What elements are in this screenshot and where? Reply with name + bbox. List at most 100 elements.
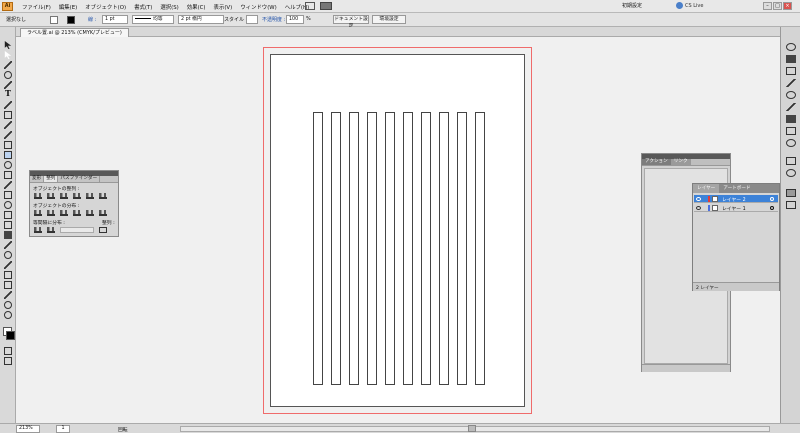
symbol-sprayer-icon[interactable]: [4, 261, 12, 269]
target-icon[interactable]: [770, 197, 774, 201]
layer-name[interactable]: レイヤー 2: [722, 196, 746, 203]
width-tool-icon[interactable]: [4, 181, 12, 189]
brush-definition[interactable]: 2 pt 楕円: [178, 15, 224, 24]
scale-tool-icon[interactable]: [4, 171, 12, 179]
graph-tool-icon[interactable]: [4, 271, 12, 279]
distribute-top-icon[interactable]: [34, 210, 42, 216]
align-to-selection-icon[interactable]: [99, 227, 107, 233]
stroke-weight-field[interactable]: 1 pt: [102, 15, 128, 24]
menu-file[interactable]: ファイル(F): [22, 3, 51, 11]
menu-object[interactable]: オブジェクト(O): [85, 3, 126, 11]
cs-live-button[interactable]: CS Live: [676, 2, 716, 11]
swatches-icon[interactable]: [786, 67, 796, 75]
color-panel-icon[interactable]: [786, 43, 796, 51]
artboard-page[interactable]: [270, 54, 525, 407]
eye-icon[interactable]: [696, 206, 701, 210]
label-strip[interactable]: [457, 112, 467, 385]
paintbrush-icon[interactable]: [4, 121, 12, 129]
color-guide-icon[interactable]: [786, 55, 796, 63]
menu-select[interactable]: 選択(S): [160, 3, 178, 11]
tab-links[interactable]: リンク: [670, 159, 691, 165]
layer-row[interactable]: レイヤー 2: [694, 195, 778, 203]
blend-tool-icon[interactable]: [4, 251, 12, 259]
status-mode[interactable]: 回転: [118, 426, 128, 433]
scroll-thumb[interactable]: [468, 425, 476, 432]
tab-actions[interactable]: アクション: [642, 159, 671, 165]
label-strip[interactable]: [403, 112, 413, 385]
label-strip[interactable]: [421, 112, 431, 385]
artboards-dock-icon[interactable]: [786, 201, 796, 209]
menu-effect[interactable]: 効果(C): [187, 3, 206, 11]
workspace-switcher[interactable]: 初期設定: [622, 2, 662, 11]
distribute-bottom-icon[interactable]: [60, 210, 68, 216]
preferences-button[interactable]: 環境設定: [372, 15, 406, 24]
distribute-hcenter-icon[interactable]: [86, 210, 94, 216]
selection-tool-icon[interactable]: [4, 41, 12, 49]
rotate-tool-icon[interactable]: [4, 161, 12, 169]
mesh-tool-icon[interactable]: [4, 221, 12, 229]
stroke-swatch[interactable]: [67, 16, 75, 24]
blob-brush-icon[interactable]: [4, 141, 12, 149]
layers-dock-icon[interactable]: [786, 189, 796, 197]
symbols-icon[interactable]: [786, 91, 796, 99]
tab-pathfinder[interactable]: パスファインダー: [58, 176, 101, 182]
shape-builder-icon[interactable]: [4, 201, 12, 209]
lasso-icon[interactable]: [4, 71, 12, 79]
label-strip[interactable]: [385, 112, 395, 385]
maximize-icon[interactable]: □: [773, 2, 782, 10]
tab-transform[interactable]: 変形: [30, 176, 45, 182]
opacity-field[interactable]: 100: [286, 15, 304, 24]
line-tool-icon[interactable]: [4, 101, 12, 109]
variable-width-profile[interactable]: 均等: [132, 15, 174, 24]
free-transform-icon[interactable]: [4, 191, 12, 199]
menu-edit[interactable]: 編集(E): [59, 3, 77, 11]
tab-align[interactable]: 整列: [44, 176, 59, 182]
stroke-color-icon[interactable]: [6, 331, 15, 340]
draw-mode-icon[interactable]: [4, 347, 12, 355]
label-strip[interactable]: [349, 112, 359, 385]
arrange-documents-icon[interactable]: [320, 2, 332, 10]
eraser-icon[interactable]: [4, 151, 12, 159]
fill-swatch[interactable]: [50, 16, 58, 24]
tab-artboards[interactable]: アートボード: [719, 184, 754, 193]
eye-icon[interactable]: [696, 197, 701, 201]
label-strip[interactable]: [313, 112, 323, 385]
rectangle-tool-icon[interactable]: [4, 111, 12, 119]
distribute-left-icon[interactable]: [73, 210, 81, 216]
align-right-icon[interactable]: [60, 193, 68, 199]
eyedropper-icon[interactable]: [4, 241, 12, 249]
label-strip[interactable]: [331, 112, 341, 385]
distribute-right-icon[interactable]: [99, 210, 107, 216]
type-tool-icon[interactable]: T: [4, 89, 12, 97]
target-icon[interactable]: [770, 206, 774, 210]
menu-type[interactable]: 書式(T): [134, 3, 152, 11]
transparency-icon[interactable]: [786, 127, 796, 135]
slice-tool-icon[interactable]: [4, 291, 12, 299]
stroke-panel-icon[interactable]: [786, 103, 796, 111]
gradient-panel-icon[interactable]: [786, 115, 796, 123]
stroke-label[interactable]: 線 :: [88, 16, 96, 23]
menu-view[interactable]: 表示(V): [214, 3, 233, 11]
distribute-vcenter-icon[interactable]: [47, 210, 55, 216]
artboard-tool-icon[interactable]: [4, 281, 12, 289]
zoom-tool-icon[interactable]: [4, 311, 12, 319]
direct-selection-tool-icon[interactable]: [4, 51, 12, 59]
align-hcenter-icon[interactable]: [47, 193, 55, 199]
artboard-number-field[interactable]: 1: [56, 425, 70, 433]
spacing-value-field[interactable]: [60, 227, 94, 233]
hand-tool-icon[interactable]: [4, 301, 12, 309]
close-icon[interactable]: ×: [783, 2, 792, 10]
screen-mode-icon[interactable]: [4, 357, 12, 365]
navigator-icon[interactable]: [786, 169, 796, 177]
spacing-vertical-icon[interactable]: [34, 227, 42, 233]
perspective-grid-icon[interactable]: [4, 211, 12, 219]
gradient-tool-icon[interactable]: [4, 231, 12, 239]
opacity-label[interactable]: 不透明度 :: [262, 16, 285, 23]
brushes-icon[interactable]: [786, 79, 796, 87]
document-tab[interactable]: ラベル置.ai @ 213% (CMYK/プレビュー): [20, 28, 129, 37]
label-strip[interactable]: [439, 112, 449, 385]
align-left-icon[interactable]: [34, 193, 42, 199]
minimize-icon[interactable]: –: [763, 2, 772, 10]
spacing-horizontal-icon[interactable]: [47, 227, 55, 233]
bridge-icon[interactable]: [305, 2, 315, 10]
